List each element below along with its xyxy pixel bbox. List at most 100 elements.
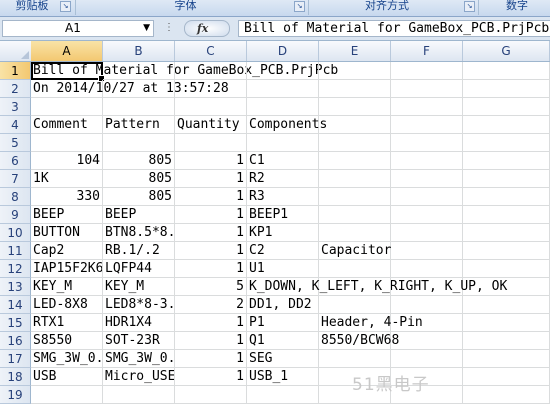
cell-d9[interactable]: BEEP1: [247, 206, 319, 224]
row-header-16[interactable]: 16: [0, 332, 31, 350]
cell-d18[interactable]: USB_1: [247, 368, 319, 386]
cell-g2[interactable]: [463, 80, 550, 98]
cell-c1[interactable]: [175, 62, 247, 80]
drag-handle-icon[interactable]: ⋮: [164, 20, 174, 35]
cell-a5[interactable]: [31, 134, 103, 152]
cell-c16[interactable]: 1: [175, 332, 247, 350]
cell-f10[interactable]: [391, 224, 463, 242]
cell-f4[interactable]: [391, 116, 463, 134]
cell-b5[interactable]: [103, 134, 175, 152]
cell-a9[interactable]: BEEP: [31, 206, 103, 224]
cell-d6[interactable]: C1: [247, 152, 319, 170]
cell-f7[interactable]: [391, 170, 463, 188]
cell-e5[interactable]: [319, 134, 391, 152]
cell-a19[interactable]: [31, 386, 103, 404]
cell-a3[interactable]: [31, 98, 103, 116]
cell-e11[interactable]: Capacitor: [319, 242, 391, 260]
cell-c12[interactable]: 1: [175, 260, 247, 278]
row-header-19[interactable]: 19: [0, 386, 31, 404]
column-header-a[interactable]: A: [31, 41, 103, 61]
cell-e17[interactable]: [319, 350, 391, 368]
cell-a7[interactable]: 1K: [31, 170, 103, 188]
insert-function-button[interactable]: fx: [184, 20, 230, 37]
cell-e16[interactable]: 8550/BCW68: [319, 332, 399, 350]
cell-g4[interactable]: [463, 116, 550, 134]
cell-a2[interactable]: On 2014/10/27 at 13:57:28: [31, 80, 229, 98]
cell-e3[interactable]: [319, 98, 391, 116]
cell-f5[interactable]: [391, 134, 463, 152]
column-header-g[interactable]: G: [463, 41, 550, 61]
cell-f12[interactable]: [391, 260, 463, 278]
select-all-button[interactable]: [0, 41, 32, 61]
cell-d2[interactable]: [247, 80, 319, 98]
row-header-17[interactable]: 17: [0, 350, 31, 368]
cell-g5[interactable]: [463, 134, 550, 152]
cell-f1[interactable]: [391, 62, 463, 80]
cell-c17[interactable]: 1: [175, 350, 247, 368]
cell-f6[interactable]: [391, 152, 463, 170]
cell-e4[interactable]: [319, 116, 391, 134]
cell-f8[interactable]: [391, 188, 463, 206]
cell-b10[interactable]: BTN8.5*8.: [103, 224, 175, 242]
cell-g17[interactable]: [463, 350, 550, 368]
cell-b1[interactable]: [103, 62, 175, 80]
cell-b8[interactable]: 805: [103, 188, 175, 206]
name-box[interactable]: A1 ▼: [2, 20, 154, 37]
cell-b15[interactable]: HDR1X4: [103, 314, 175, 332]
cell-g1[interactable]: [463, 62, 550, 80]
row-header-2[interactable]: 2: [0, 80, 31, 98]
cell-c11[interactable]: 1: [175, 242, 247, 260]
cell-g6[interactable]: [463, 152, 550, 170]
cell-d14[interactable]: DD1, DD2: [247, 296, 319, 314]
cell-c5[interactable]: [175, 134, 247, 152]
cell-f9[interactable]: [391, 206, 463, 224]
cell-e9[interactable]: [319, 206, 391, 224]
cell-g10[interactable]: [463, 224, 550, 242]
cell-c10[interactable]: 1: [175, 224, 247, 242]
cell-b3[interactable]: [103, 98, 175, 116]
cell-d1[interactable]: [247, 62, 319, 80]
cell-c3[interactable]: [175, 98, 247, 116]
cell-b9[interactable]: BEEP: [103, 206, 175, 224]
cell-c7[interactable]: 1: [175, 170, 247, 188]
cell-a4[interactable]: Comment: [31, 116, 103, 134]
cell-c8[interactable]: 1: [175, 188, 247, 206]
cell-c6[interactable]: 1: [175, 152, 247, 170]
chevron-down-icon[interactable]: ▼: [143, 21, 150, 36]
row-header-15[interactable]: 15: [0, 314, 31, 332]
cell-b19[interactable]: [103, 386, 175, 404]
row-header-3[interactable]: 3: [0, 98, 31, 116]
cell-a8[interactable]: 330: [31, 188, 103, 206]
cell-b14[interactable]: LED8*8-3.: [103, 296, 175, 314]
cell-a14[interactable]: LED-8X8: [31, 296, 103, 314]
row-header-7[interactable]: 7: [0, 170, 31, 188]
font-dialog-launcher-icon[interactable]: ↘: [294, 1, 305, 12]
cell-f3[interactable]: [391, 98, 463, 116]
cell-f14[interactable]: [391, 296, 463, 314]
cell-g12[interactable]: [463, 260, 550, 278]
row-header-12[interactable]: 12: [0, 260, 31, 278]
cell-a12[interactable]: IAP15F2K6: [31, 260, 103, 278]
row-header-4[interactable]: 4: [0, 116, 31, 134]
cell-d5[interactable]: [247, 134, 319, 152]
cell-a16[interactable]: S8550: [31, 332, 103, 350]
cell-b6[interactable]: 805: [103, 152, 175, 170]
cell-e13[interactable]: [319, 278, 391, 296]
cell-a6[interactable]: 104: [31, 152, 103, 170]
cell-d16[interactable]: Q1: [247, 332, 319, 350]
cell-a11[interactable]: Cap2: [31, 242, 103, 260]
cell-e8[interactable]: [319, 188, 391, 206]
cell-e1[interactable]: [319, 62, 391, 80]
cell-e14[interactable]: [319, 296, 391, 314]
row-header-1[interactable]: 1: [0, 62, 31, 80]
cell-g19[interactable]: [463, 386, 550, 404]
column-header-e[interactable]: E: [319, 41, 391, 61]
cell-d4[interactable]: Components: [247, 116, 327, 134]
cell-e12[interactable]: [319, 260, 391, 278]
cell-e10[interactable]: [319, 224, 391, 242]
cell-b13[interactable]: KEY_M: [103, 278, 175, 296]
column-header-c[interactable]: C: [175, 41, 247, 61]
cell-f17[interactable]: [391, 350, 463, 368]
row-header-9[interactable]: 9: [0, 206, 31, 224]
cell-d13[interactable]: K_DOWN, K_LEFT, K_RIGHT, K_UP, OK: [247, 278, 507, 296]
